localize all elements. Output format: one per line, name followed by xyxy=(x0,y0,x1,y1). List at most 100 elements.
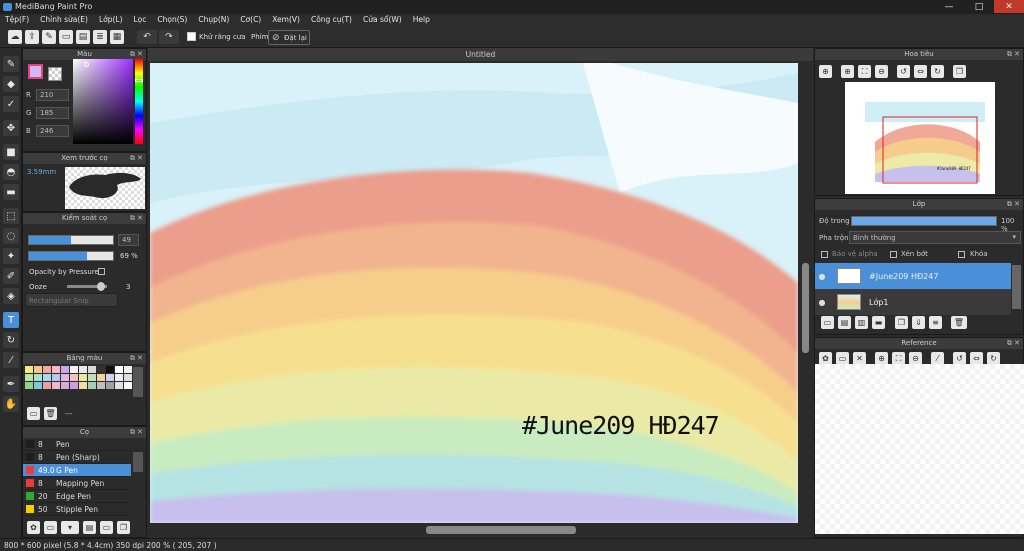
brush-row[interactable]: 8 Pen (Sharp) xyxy=(23,451,131,464)
canvas-text-layer[interactable]: #June209 HĐ247 xyxy=(522,411,720,440)
palette-swatch[interactable] xyxy=(115,374,123,381)
menu-select[interactable]: Chọn(S) xyxy=(152,14,193,28)
brush-opacity-slider[interactable] xyxy=(28,251,114,261)
add-brush-icon[interactable]: ✿ xyxy=(27,521,40,534)
brush-tool-icon[interactable]: ✎ xyxy=(3,56,19,72)
duplicate-layer-icon[interactable]: ❐ xyxy=(895,316,908,329)
palette-swatch[interactable] xyxy=(52,374,60,381)
undo-icon[interactable]: ↶ xyxy=(137,30,157,44)
new-palette-icon[interactable]: ▭ xyxy=(27,407,40,420)
reference-canvas[interactable] xyxy=(815,364,1024,534)
menu-capture[interactable]: Chụp(N) xyxy=(193,14,235,28)
palette-swatch[interactable] xyxy=(43,366,51,373)
hue-cursor[interactable] xyxy=(135,79,143,82)
palette-swatch[interactable] xyxy=(61,374,69,381)
merge-layer-icon[interactable]: ⇓ xyxy=(912,316,925,329)
eraser-tool-icon[interactable]: ◆ xyxy=(3,76,19,92)
eye-icon[interactable]: ● xyxy=(815,298,829,307)
canvas-vertical-scrollbar[interactable] xyxy=(800,63,811,523)
layer-settings-icon[interactable]: ≡ xyxy=(929,316,942,329)
reset-button[interactable]: ⊘ Đặt lại xyxy=(268,30,310,45)
palette-swatch[interactable] xyxy=(124,382,132,389)
brush-list-scrollbar[interactable] xyxy=(133,452,143,472)
layer-scrollbar[interactable] xyxy=(1012,265,1021,309)
palette-swatch[interactable] xyxy=(88,366,96,373)
palette-swatch[interactable] xyxy=(88,374,96,381)
layer-row[interactable]: ● #June209 HĐ247 xyxy=(815,263,1011,289)
panel-controls-icon[interactable]: ⧉ ✕ xyxy=(1007,49,1020,60)
drawing-canvas[interactable]: #June209 HĐ247 xyxy=(150,63,798,523)
new-layer-icon[interactable]: ▭ xyxy=(821,316,834,329)
palette-swatch[interactable] xyxy=(88,382,96,389)
palette-swatch[interactable] xyxy=(43,382,51,389)
rotate-left-icon[interactable]: ↺ xyxy=(897,65,910,78)
palette-swatch[interactable] xyxy=(115,382,123,389)
canvas-horizontal-scrollbar[interactable] xyxy=(150,524,798,536)
rotate-right-icon[interactable]: ↻ xyxy=(931,65,944,78)
menu-view[interactable]: Xem(V) xyxy=(267,14,306,28)
minimize-button[interactable]: — xyxy=(934,0,964,13)
palette-swatch[interactable] xyxy=(34,382,42,389)
clipping-checkbox[interactable] xyxy=(890,251,897,258)
horizontal-scroll-thumb[interactable] xyxy=(426,526,576,534)
grid-icon[interactable]: ▦ xyxy=(110,30,124,44)
page-icon[interactable]: ▤ xyxy=(76,30,90,44)
select-pen-tool-icon[interactable]: ✐ xyxy=(3,268,19,284)
brush-size-value[interactable]: 49 xyxy=(118,234,139,246)
palette-swatch[interactable] xyxy=(52,382,60,389)
brush-row[interactable]: 8 Mapping Pen xyxy=(23,477,131,490)
move-tool-icon[interactable]: ✥ xyxy=(3,120,19,136)
protect-alpha-checkbox[interactable] xyxy=(821,251,828,258)
brush-copy-icon[interactable]: ❐ xyxy=(117,521,130,534)
panel-controls-icon[interactable]: ⧉ ✕ xyxy=(130,153,143,164)
palette-swatch[interactable] xyxy=(70,382,78,389)
layer-row[interactable]: ● Lớp1 xyxy=(815,289,1011,315)
palette-swatch[interactable] xyxy=(34,374,42,381)
foreground-color-swatch[interactable] xyxy=(28,64,43,79)
zoom-in-icon[interactable]: ⊕ xyxy=(841,65,854,78)
gradient-tool-icon[interactable]: ▬ xyxy=(3,184,19,200)
eye-icon[interactable]: ● xyxy=(815,272,829,281)
brush-page-icon[interactable]: ▭ xyxy=(100,521,113,534)
hand-tool-icon[interactable]: ✋ xyxy=(3,396,19,412)
palette-swatch[interactable] xyxy=(25,374,33,381)
picker-cursor[interactable] xyxy=(84,62,89,67)
panel-controls-icon[interactable]: ⧉ ✕ xyxy=(130,427,143,438)
brush-size-slider[interactable] xyxy=(28,235,114,245)
palette-swatch[interactable] xyxy=(34,366,42,373)
zoom-out-icon[interactable]: ⊖ xyxy=(875,65,888,78)
palette-swatch[interactable] xyxy=(106,374,114,381)
g-value-field[interactable]: 185 xyxy=(36,107,69,119)
saturation-value-picker[interactable] xyxy=(73,59,133,144)
vertical-scroll-thumb[interactable] xyxy=(802,263,809,353)
new-file-icon[interactable]: ▭ xyxy=(59,30,73,44)
palette-swatch[interactable] xyxy=(124,366,132,373)
redo-icon[interactable]: ↷ xyxy=(159,30,179,44)
palette-swatch[interactable] xyxy=(79,382,87,389)
fit-icon[interactable]: ⛶ xyxy=(858,65,871,78)
palette-swatch[interactable] xyxy=(79,366,87,373)
panel-controls-icon[interactable]: ⧉ ✕ xyxy=(130,213,143,224)
palette-swatch[interactable] xyxy=(97,382,105,389)
panel-controls-icon[interactable]: ⧉ ✕ xyxy=(1007,338,1020,349)
menu-brush[interactable]: Cơ(C) xyxy=(235,14,267,28)
select-eraser-tool-icon[interactable]: ◈ xyxy=(3,288,19,304)
menu-edit[interactable]: Chỉnh sửa(E) xyxy=(35,14,94,28)
brush-row[interactable]: 49.0 G Pen xyxy=(23,464,131,477)
text-tool-icon[interactable]: T xyxy=(3,312,19,328)
lock-checkbox[interactable] xyxy=(958,251,965,258)
magic-wand-tool-icon[interactable]: ✦ xyxy=(3,248,19,264)
menu-help[interactable]: Help xyxy=(408,14,436,28)
palette-swatch[interactable] xyxy=(61,382,69,389)
background-color-swatch[interactable] xyxy=(48,67,62,81)
rect-fill-tool-icon[interactable]: ■ xyxy=(3,144,19,160)
palette-swatch[interactable] xyxy=(97,366,105,373)
brush-row[interactable]: 20 Edge Pen xyxy=(23,490,131,503)
flip-icon[interactable]: ⇔ xyxy=(914,65,927,78)
panel-controls-icon[interactable]: ⧉ ✕ xyxy=(1007,199,1020,210)
blend-mode-select[interactable]: Bình thường ▾ xyxy=(849,231,1021,244)
palette-swatch[interactable] xyxy=(70,374,78,381)
select-tool-icon[interactable]: ⬚ xyxy=(3,208,19,224)
palette-grid[interactable] xyxy=(25,366,132,389)
palette-swatch[interactable] xyxy=(106,382,114,389)
